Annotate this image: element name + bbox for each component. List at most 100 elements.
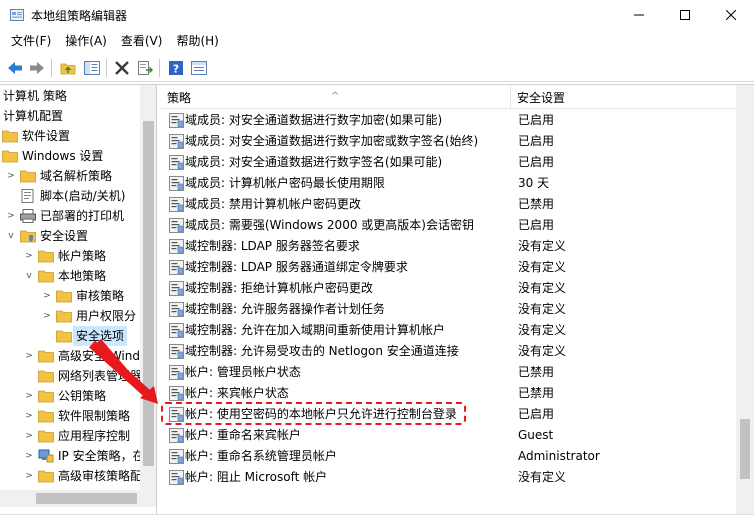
svg-text:?: ?: [173, 63, 179, 76]
policy-setting-icon: [169, 155, 184, 170]
expand-chevron-icon[interactable]: >: [6, 210, 16, 222]
tree-node-label: 高级安全 Wind: [58, 349, 140, 363]
list-scroll-thumb[interactable]: [740, 419, 750, 479]
sort-ascending-icon: ^: [331, 91, 340, 102]
policy-name: 域成员: 对安全通道数据进行数字加密或数字签名(始终): [185, 134, 479, 148]
back-arrow-icon: [8, 62, 22, 74]
menu-file[interactable]: 文件(F): [4, 30, 58, 52]
table-row[interactable]: 域控制器: LDAP 服务器签名要求 没有定义: [161, 236, 736, 257]
expand-chevron-icon[interactable]: >: [42, 310, 52, 322]
maximize-button[interactable]: [662, 0, 708, 30]
table-row[interactable]: 帐户: 来宾帐户状态 已禁用: [161, 383, 736, 404]
policy-setting-value: 没有定义: [518, 239, 567, 253]
expand-chevron-icon[interactable]: >: [24, 410, 34, 422]
table-row[interactable]: 域控制器: LDAP 服务器通道绑定令牌要求 没有定义: [161, 257, 736, 278]
policy-setting-value: 已禁用: [518, 386, 555, 400]
expand-chevron-icon[interactable]: >: [42, 290, 52, 302]
tree-hscroll-thumb[interactable]: [36, 493, 137, 504]
tree-node-label: IP 安全策略，在: [58, 449, 145, 463]
policy-setting-value: 30 天: [518, 176, 550, 190]
main-content: 计算机 策略 计算机配置 软件设置 Windows 设置 > 域名解析策略 脚本(启动/关机…: [0, 84, 754, 515]
expand-chevron-icon[interactable]: >: [24, 390, 34, 402]
minimize-icon: [634, 14, 644, 16]
tree-node-label: 软件限制策略: [58, 409, 131, 423]
tree-node-label: 脚本(启动/关机): [40, 189, 126, 203]
menu-view[interactable]: 查看(V): [114, 30, 170, 52]
table-row[interactable]: 域成员: 禁用计算机帐户密码更改 已禁用: [161, 194, 736, 215]
minimize-button[interactable]: [616, 0, 662, 30]
column-header-setting-label: 安全设置: [517, 91, 566, 105]
policy-setting-icon: [169, 218, 184, 233]
policy-setting-value: 没有定义: [518, 323, 567, 337]
back-button[interactable]: [5, 58, 25, 78]
forward-button[interactable]: [27, 58, 47, 78]
tree-horizontal-scrollbar[interactable]: [0, 490, 156, 507]
tree-vscroll-thumb[interactable]: [143, 121, 154, 466]
collapse-chevron-icon[interactable]: v: [6, 230, 16, 242]
table-row[interactable]: 帐户: 管理员帐户状态 已禁用: [161, 362, 736, 383]
policy-name: 域控制器: LDAP 服务器签名要求: [185, 239, 360, 253]
column-header-setting[interactable]: 安全设置: [511, 85, 736, 109]
tree-vertical-scrollbar[interactable]: [140, 85, 156, 490]
console-tree[interactable]: 计算机 策略 计算机配置 软件设置 Windows 设置 > 域名解析策略 脚本(启动/关机…: [0, 85, 157, 515]
maximize-icon: [680, 10, 690, 20]
forward-arrow-icon: [30, 62, 44, 74]
policy-name: 域控制器: LDAP 服务器通道绑定令牌要求: [185, 260, 408, 274]
table-row[interactable]: 域成员: 对安全通道数据进行数字加密或数字签名(始终) 已启用: [161, 131, 736, 152]
tree-node-label: 已部署的打印机: [40, 209, 125, 223]
policy-setting-icon: [169, 428, 184, 443]
table-row[interactable]: 域控制器: 允许在加入域期间重新使用计算机帐户 没有定义: [161, 320, 736, 341]
close-button[interactable]: [708, 0, 754, 30]
expand-chevron-icon[interactable]: >: [24, 450, 34, 462]
export-list-button[interactable]: [135, 58, 155, 78]
policy-name: 域控制器: 允许在加入域期间重新使用计算机帐户: [185, 323, 445, 337]
policy-setting-value: 没有定义: [518, 281, 567, 295]
window-title: 本地组策略编辑器: [31, 9, 128, 23]
policy-setting-icon: [169, 113, 184, 128]
highlight-annotation-box: [161, 402, 466, 425]
menu-help[interactable]: 帮助(H): [169, 30, 225, 52]
table-row[interactable]: 帐户: 重命名系统管理员帐户 Administrator: [161, 446, 736, 467]
table-row[interactable]: 域控制器: 允许服务器操作者计划任务 没有定义: [161, 299, 736, 320]
table-row[interactable]: 域成员: 需要强(Windows 2000 或更高版本)会话密钥 已启用: [161, 215, 736, 236]
help-button[interactable]: ?: [166, 58, 186, 78]
menu-action[interactable]: 操作(A): [58, 30, 114, 52]
policy-setting-icon: [169, 323, 184, 338]
collapse-chevron-icon[interactable]: v: [24, 270, 34, 282]
list-vertical-scrollbar[interactable]: [736, 85, 754, 515]
policy-name: 域成员: 需要强(Windows 2000 或更高版本)会话密钥: [185, 218, 474, 232]
properties-view-button[interactable]: [189, 58, 209, 78]
list-header: 策略 ^ 安全设置: [161, 85, 736, 109]
table-row[interactable]: 域成员: 对安全通道数据进行数字加密(如果可能) 已启用: [161, 110, 736, 131]
table-row[interactable]: 域成员: 对安全通道数据进行数字签名(如果可能) 已启用: [161, 152, 736, 173]
table-row[interactable]: 域控制器: 拒绝计算机帐户密码更改 没有定义: [161, 278, 736, 299]
folder-icon: [56, 330, 72, 343]
expand-chevron-icon[interactable]: >: [6, 170, 16, 182]
expand-chevron-icon[interactable]: >: [24, 430, 34, 442]
ipsec-icon: [38, 449, 54, 463]
policy-name: 域控制器: 拒绝计算机帐户密码更改: [185, 281, 373, 295]
policy-setting-icon: [169, 260, 184, 275]
folder-icon: [38, 270, 54, 283]
delete-button[interactable]: [112, 58, 132, 78]
expand-chevron-icon[interactable]: >: [24, 250, 34, 262]
table-row[interactable]: 域控制器: 允许易受攻击的 Netlogon 安全通道连接 没有定义: [161, 341, 736, 362]
tree-node-label: 本地策略: [58, 269, 107, 283]
delete-x-icon: [115, 61, 129, 75]
tree-node-label: 软件设置: [22, 129, 71, 143]
tree-node-label: 应用程序控制: [58, 429, 131, 443]
table-row[interactable]: 帐户: 重命名来宾帐户 Guest: [161, 425, 736, 446]
help-icon: ?: [169, 61, 183, 76]
table-row[interactable]: 域成员: 计算机帐户密码最长使用期限 30 天: [161, 173, 736, 194]
policy-setting-value: 没有定义: [518, 344, 567, 358]
printer-icon: [20, 209, 36, 223]
expand-chevron-icon[interactable]: >: [24, 350, 34, 362]
column-header-policy[interactable]: 策略 ^: [161, 85, 511, 109]
up-level-button[interactable]: [58, 58, 78, 78]
show-hide-tree-button[interactable]: [82, 58, 102, 78]
table-row[interactable]: 帐户: 阻止 Microsoft 帐户 没有定义: [161, 467, 736, 488]
expand-chevron-icon[interactable]: >: [24, 470, 34, 482]
policy-list[interactable]: 策略 ^ 安全设置 域成员: 对安全通道数据进行数字加密(如果可能) 已启用 域成员…: [161, 85, 754, 515]
shield-icon: [20, 230, 36, 243]
policy-setting-value: 已禁用: [518, 365, 555, 379]
